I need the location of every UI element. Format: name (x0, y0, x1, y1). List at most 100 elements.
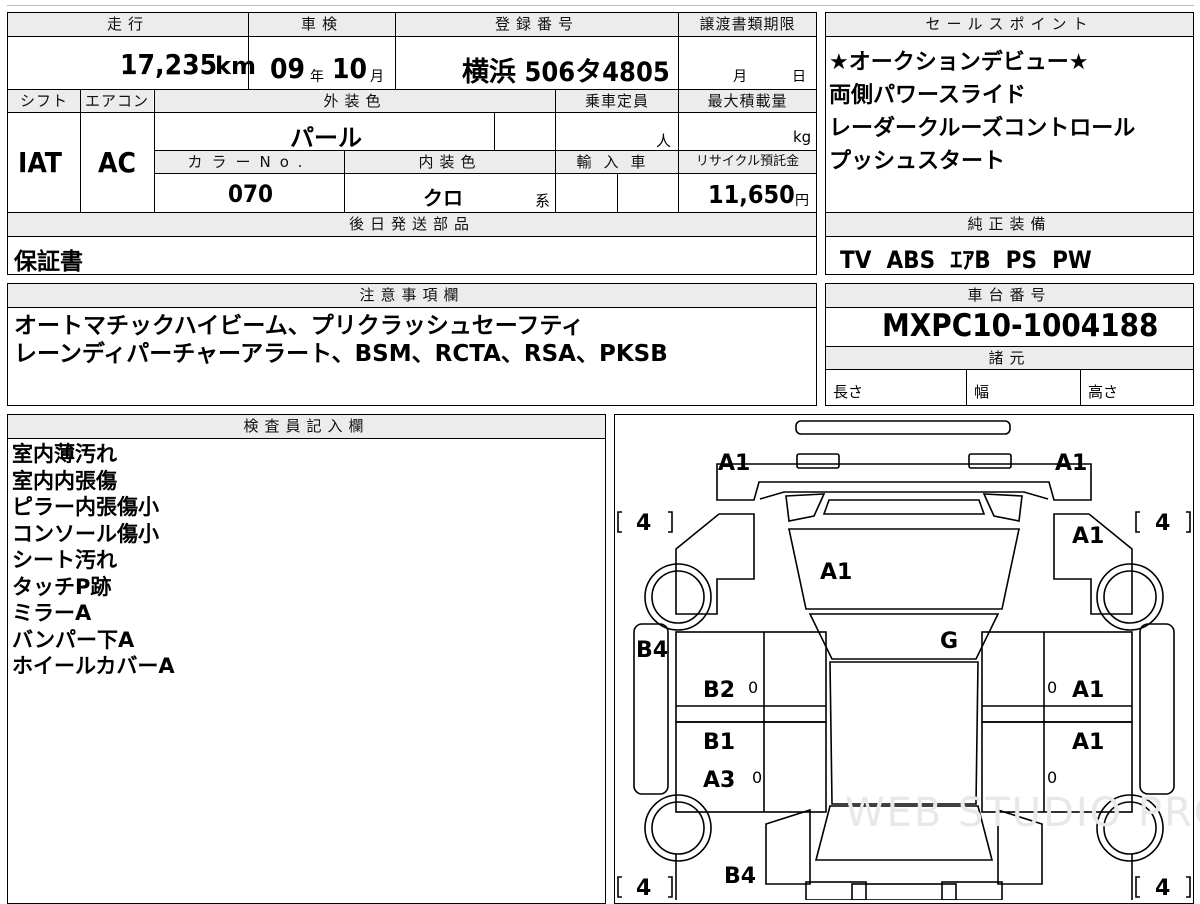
tire-tread-front-right: 4 (1155, 511, 1171, 536)
wheel-front-left (644, 563, 712, 631)
max-load-unit: kg (793, 128, 812, 146)
divider (7, 236, 817, 237)
watermark: WEB STUDIO PRO (845, 790, 1200, 836)
door-zero: 0 (1047, 768, 1058, 787)
capacity-unit: 人 (656, 132, 672, 150)
door-zero: 0 (1047, 678, 1058, 697)
divider (7, 438, 606, 439)
divider (7, 112, 817, 113)
max-load-header: 最大積載量 (679, 90, 816, 112)
mark-fender-right: A1 (1072, 524, 1105, 549)
divider (7, 307, 817, 308)
windshield (808, 613, 1000, 660)
mark-front-right: A1 (1055, 451, 1088, 476)
divider (7, 5, 1194, 6)
sales-line: プッシュスタート (829, 149, 1006, 174)
wheel-rear-left (644, 794, 712, 862)
later-parts-value: 保証書 (14, 249, 83, 275)
chassis-number: MXPC10-1004188 (882, 308, 1159, 344)
sales-line: レーダークルーズコントロール (829, 116, 1136, 141)
mileage-value: 17,235 (120, 48, 218, 81)
divider (617, 173, 618, 212)
notes-line: レーンディパーチャーアラート、BSM、RCTA、RSA、PKSB (14, 341, 668, 367)
shaken-year-unit: 年 (310, 69, 324, 85)
recycle-value: 11,650 (708, 180, 795, 209)
mark-left-side-upper: B4 (636, 638, 669, 663)
sales-point-header: セールスポイント (826, 13, 1193, 36)
inspector-line: コンソール傷小 (12, 521, 159, 546)
width-label: 幅 (974, 383, 990, 401)
aircon-header: エアコン (81, 90, 153, 112)
inspector-line: ホイールカバーA (12, 654, 175, 678)
divider (154, 173, 817, 174)
later-parts-header: 後日発送部品 (8, 213, 816, 236)
wheel-front-right (1096, 563, 1164, 631)
interior-color-unit: 系 (535, 192, 551, 210)
divider (966, 369, 967, 406)
inspector-line: ミラーA (12, 601, 92, 625)
exterior-color-header: 外装色 (155, 90, 555, 112)
shaken-month-unit: 月 (370, 69, 384, 85)
shaken-header: 車検 (249, 13, 395, 36)
inspector-line: シート汚れ (12, 548, 117, 572)
door-front-left (675, 631, 827, 723)
divider (825, 369, 1194, 370)
registration-value: 横浜 506タ4805 (462, 57, 670, 88)
sales-line: ★オークションデビュー★ (829, 50, 1089, 75)
color-number-value: 070 (228, 180, 274, 208)
chassis-header: 車台番号 (826, 284, 1193, 307)
fender-left (675, 513, 755, 615)
capacity-header: 乗車定員 (556, 90, 678, 112)
transfer-deadline-header: 譲渡書類期限 (679, 13, 816, 36)
interior-color-value: クロ (423, 186, 463, 210)
door-zero: 0 (748, 678, 759, 697)
specs-header: 諸元 (826, 347, 1193, 369)
side-skirt-right (1139, 623, 1175, 795)
tire-tread-front-left: 4 (636, 511, 652, 536)
mark-front-left: A1 (718, 451, 751, 476)
mark-front-door-left: B2 (703, 678, 736, 703)
sales-line: 両側パワースライド (829, 83, 1026, 108)
color-number-header: カラーNo. (155, 151, 344, 173)
divider (344, 150, 345, 212)
front-bumper-strip (795, 420, 1011, 435)
shift-header: シフト (8, 90, 80, 112)
transfer-month: 月 (733, 69, 747, 85)
inspector-header: 検査員記入欄 (8, 415, 605, 438)
inspector-line: 室内内張傷 (12, 468, 117, 493)
aircon-value: AC (98, 146, 136, 179)
divider (494, 112, 495, 150)
registration-header: 登録番号 (396, 13, 678, 36)
height-label: 高さ (1088, 383, 1119, 401)
divider (1080, 369, 1081, 406)
divider (80, 89, 81, 212)
genuine-equipment-header: 純正装備 (826, 213, 1193, 236)
divider (395, 12, 396, 89)
recycle-unit: 円 (795, 193, 809, 209)
notes-header: 注意事項欄 (8, 284, 816, 307)
shaken-year: 09 (270, 52, 306, 85)
inspector-line: バンパー下A (12, 627, 135, 652)
mark-rear-door-right: A1 (1072, 730, 1105, 755)
recycle-header: リサイクル預託金 (679, 151, 816, 173)
mileage-unit: km (215, 52, 256, 80)
mark-rear-bottom: B4 (724, 864, 757, 889)
inspector-line: 室内薄汚れ (12, 442, 117, 466)
headlight-left (796, 453, 840, 469)
tire-tread-rear-right: 4 (1155, 876, 1171, 901)
mark-rear-door-left-1: B1 (703, 730, 736, 755)
divider (825, 236, 1194, 237)
divider (7, 36, 817, 37)
mark-windshield: G (940, 629, 959, 654)
door-front-right (981, 631, 1133, 723)
tire-tread-rear-left: 4 (636, 876, 652, 901)
roof (829, 661, 979, 805)
door-rear-left (675, 721, 827, 813)
genuine-equipment-value: TV ABS ｴｱB PS PW (840, 246, 1092, 274)
mark-hood: A1 (820, 560, 853, 585)
headlight-right (968, 453, 1012, 469)
inspector-line: ピラー内張傷小 (12, 495, 159, 519)
notes-line: オートマチックハイビーム、プリクラッシュセーフティ (14, 313, 584, 339)
transfer-day: 日 (792, 69, 806, 85)
import-header: 輸入車 (556, 151, 678, 173)
